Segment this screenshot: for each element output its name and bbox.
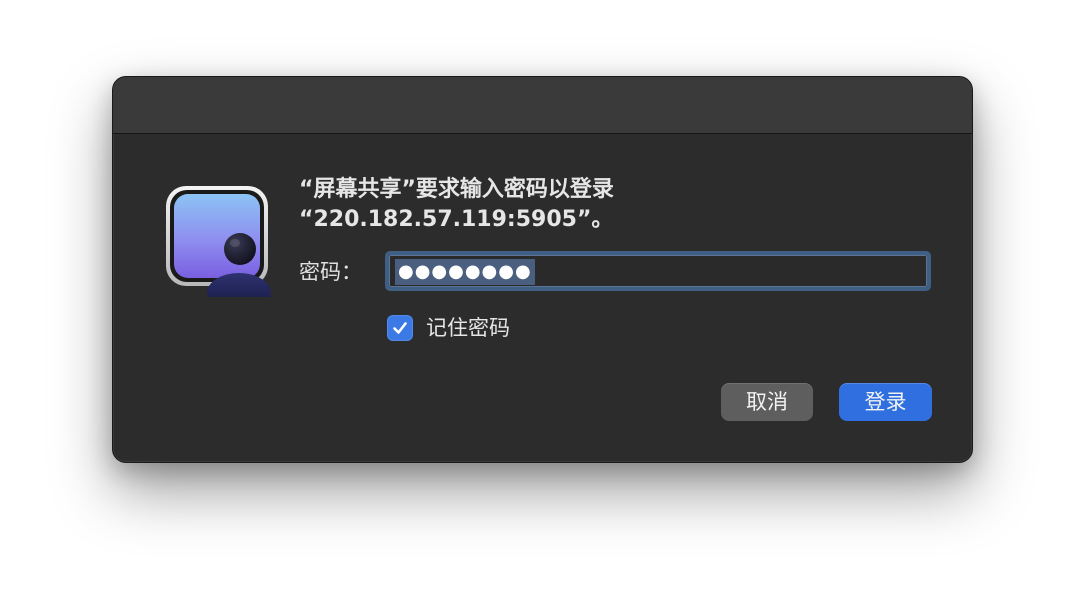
password-field[interactable]: ●●●●●●●● — [385, 251, 931, 291]
login-button[interactable]: 登录 — [839, 383, 932, 421]
screen: “屏幕共享”要求输入密码以登录 “220.182.57.119:5905”。 密… — [0, 0, 1084, 610]
dialog-titlebar — [113, 77, 972, 134]
remember-password-row: 记住密码 — [387, 313, 510, 343]
remember-password-checkbox[interactable] — [387, 315, 413, 341]
password-value: ●●●●●●●● — [395, 259, 535, 285]
cancel-button[interactable]: 取消 — [721, 383, 813, 421]
message-line-2: “220.182.57.119:5905”。 — [299, 207, 614, 232]
password-dialog: “屏幕共享”要求输入密码以登录 “220.182.57.119:5905”。 密… — [112, 76, 973, 463]
screen-sharing-icon — [165, 185, 273, 313]
remember-password-label: 记住密码 — [426, 316, 510, 340]
password-label: 密码： — [299, 260, 362, 284]
message-line-1: “屏幕共享”要求输入密码以登录 — [299, 177, 614, 202]
dialog-message: “屏幕共享”要求输入密码以登录 “220.182.57.119:5905”。 — [299, 175, 614, 235]
checkmark-icon — [393, 322, 407, 334]
